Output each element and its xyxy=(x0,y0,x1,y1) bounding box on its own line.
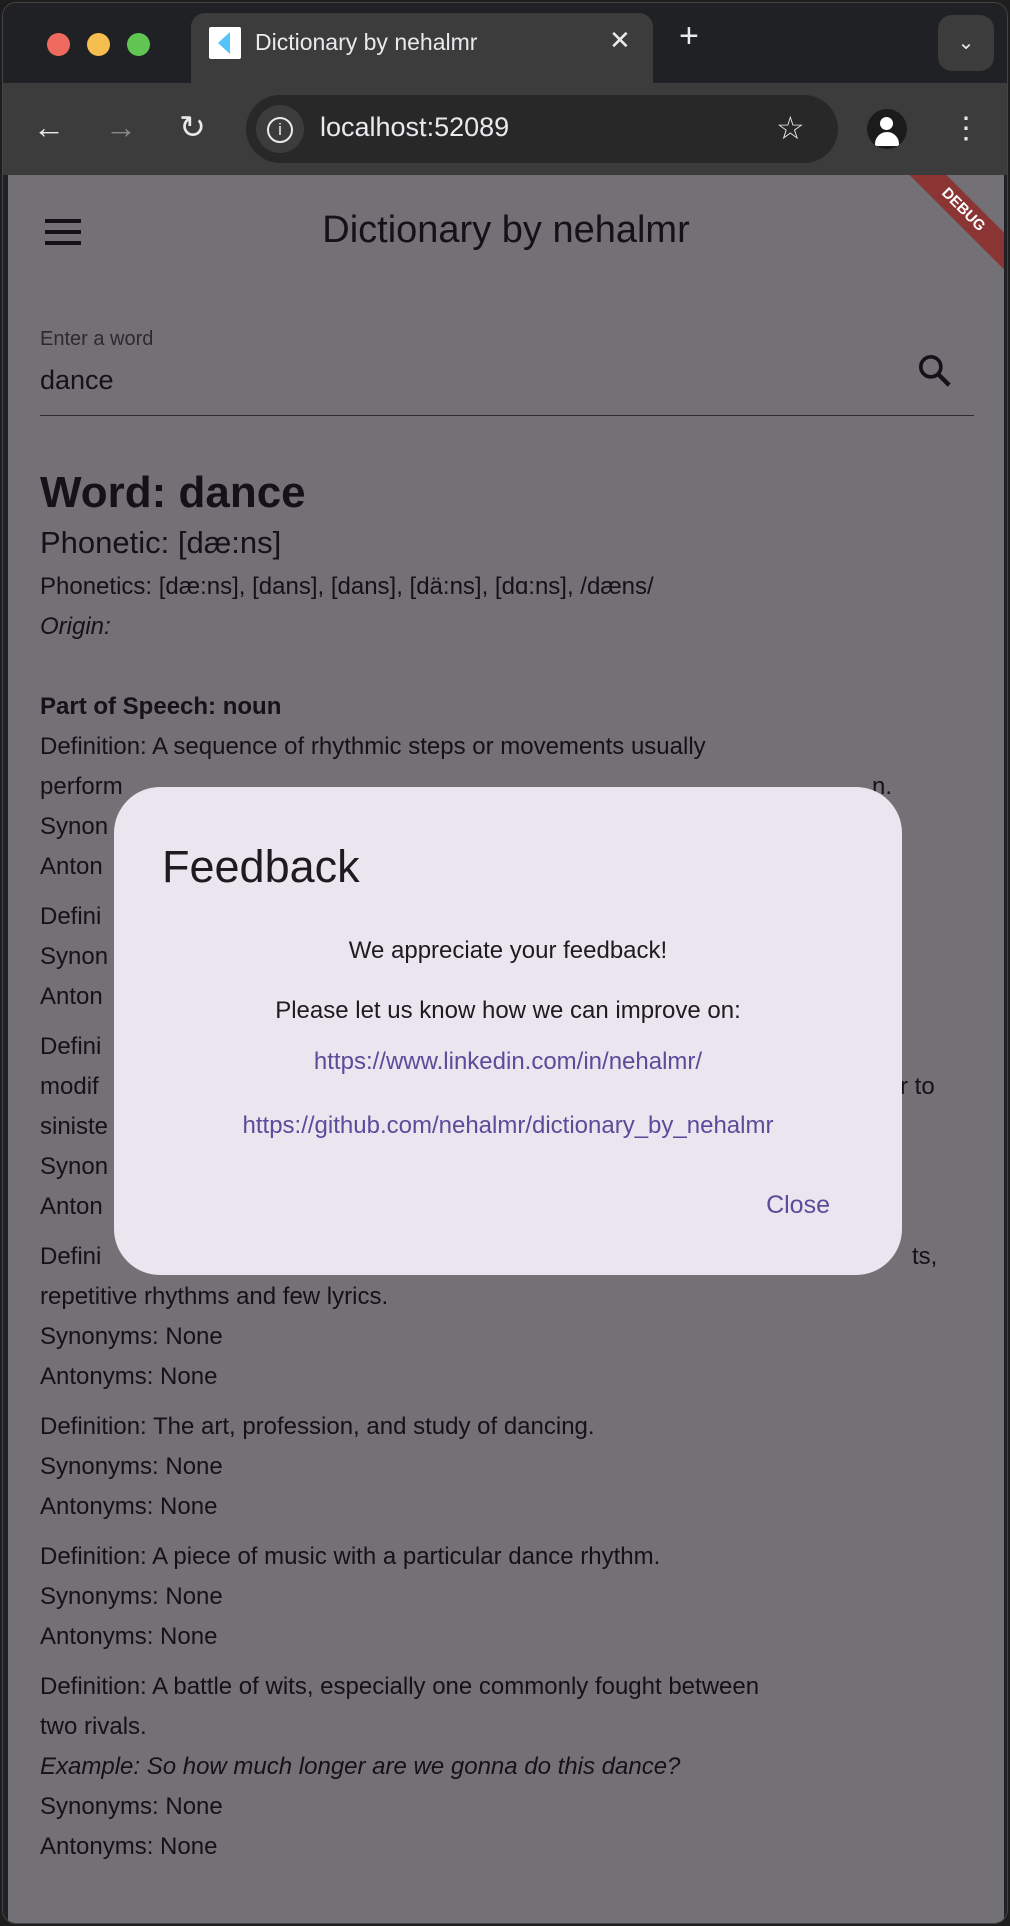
synonyms-line: Synonyms: None xyxy=(40,1323,223,1350)
definition-line: Definition: A piece of music with a part… xyxy=(40,1543,661,1570)
browser-menu-icon[interactable]: ⋮ xyxy=(951,109,981,149)
search-field-label: Enter a word xyxy=(40,328,154,350)
search-underline xyxy=(40,415,974,416)
dialog-message: We appreciate your feedback! xyxy=(348,937,668,964)
definition-fragment: ts, xyxy=(912,1243,938,1270)
word-heading: Word: dance xyxy=(40,468,306,517)
feedback-dialog: Feedback We appreciate your feedback! Pl… xyxy=(114,787,902,1275)
definition-line: Definition: A sequence of rhythmic steps… xyxy=(40,733,706,760)
phonetics: Phonetics: [dæ:ns], [dans], [dans], [dä:… xyxy=(40,573,654,600)
definition-line: Definition: A battle of wits, especially… xyxy=(40,1673,760,1700)
antonyms-line: Antonyms: None xyxy=(40,1833,218,1860)
origin: Origin: xyxy=(40,613,111,640)
browser-toolbar: ← → ↻ i localhost:52089 ☆ ⋮ xyxy=(3,83,1007,175)
linkedin-link[interactable]: https://www.linkedin.com/in/nehalmr/ xyxy=(114,1048,902,1076)
search-icon[interactable] xyxy=(915,351,955,391)
antonyms-line: Antonyms: None xyxy=(40,1363,218,1390)
definition-line: Definition: The art, profession, and stu… xyxy=(40,1413,595,1440)
app-title: Dictionary by nehalmr xyxy=(322,209,690,251)
tab-search-chevron-icon[interactable]: ⌄ xyxy=(938,15,994,71)
address-bar[interactable]: i localhost:52089 ☆ xyxy=(246,95,838,163)
tab-strip: Dictionary by nehalmr ✕ + ⌄ xyxy=(3,3,1007,85)
part-of-speech: Part of Speech: noun xyxy=(40,693,282,720)
maximize-window-button[interactable] xyxy=(127,33,150,56)
dialog-title: Feedback xyxy=(162,841,360,892)
definition-line: repetitive rhythms and few lyrics. xyxy=(40,1283,389,1310)
dialog-message: Please let us know how we can improve on… xyxy=(275,997,741,1024)
search-input[interactable]: dance xyxy=(40,365,114,396)
synonyms-line: Synonyms: None xyxy=(40,1583,223,1610)
tab-title: Dictionary by nehalmr xyxy=(255,29,478,55)
definition-line: two rivals. xyxy=(40,1713,147,1740)
profile-avatar-icon[interactable] xyxy=(867,109,907,149)
bookmark-star-icon[interactable]: ☆ xyxy=(776,109,805,147)
browser-tab[interactable]: Dictionary by nehalmr ✕ xyxy=(191,13,653,85)
reload-icon[interactable]: ↻ xyxy=(179,107,206,147)
definition-fragment: perform xyxy=(40,773,123,800)
new-tab-button[interactable]: + xyxy=(679,19,699,53)
tab-close-icon[interactable]: ✕ xyxy=(609,25,631,56)
minimize-window-button[interactable] xyxy=(87,33,110,56)
site-info-icon[interactable]: i xyxy=(256,105,304,153)
synonyms-line: Synonyms: None xyxy=(40,1793,223,1820)
close-button[interactable]: Close xyxy=(766,1191,830,1220)
flutter-favicon-icon xyxy=(209,27,241,59)
definition-fragment: Defini xyxy=(40,1243,102,1270)
synonyms-line: Synonyms: None xyxy=(40,1453,223,1480)
github-link[interactable]: https://github.com/nehalmr/dictionary_by… xyxy=(114,1112,902,1140)
phonetic: Phonetic: [dæ:ns] xyxy=(40,525,282,560)
antonyms-line: Antonyms: None xyxy=(40,1623,218,1650)
forward-arrow-icon[interactable]: → xyxy=(105,107,137,147)
browser-window: Dictionary by nehalmr ✕ + ⌄ ← → ↻ i loca… xyxy=(2,2,1008,1924)
antonyms-line: Antonyms: None xyxy=(40,1493,218,1520)
url-text[interactable]: localhost:52089 xyxy=(320,112,509,143)
close-window-button[interactable] xyxy=(47,33,70,56)
definition-fragment: r to xyxy=(900,1073,935,1100)
example-line: Example: So how much longer are we gonna… xyxy=(40,1753,681,1780)
back-arrow-icon[interactable]: ← xyxy=(33,107,65,147)
definition-fragment: modif xyxy=(40,1073,99,1100)
